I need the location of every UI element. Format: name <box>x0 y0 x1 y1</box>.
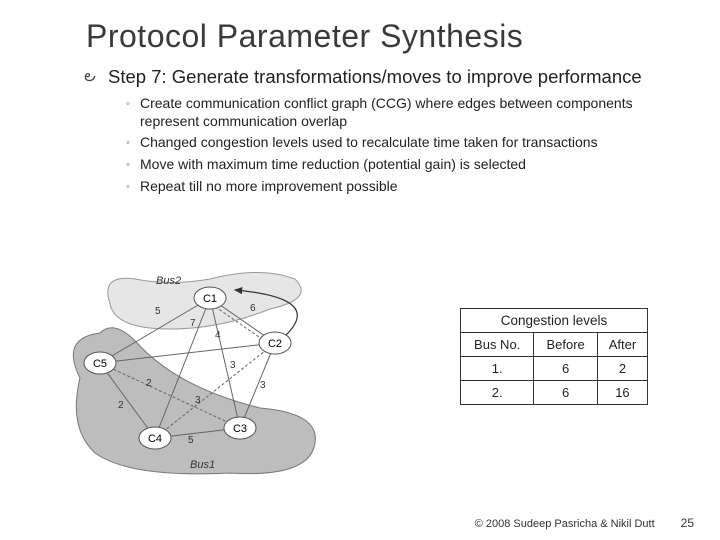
congestion-table: Congestion levels Bus No. Before After 1… <box>460 308 648 405</box>
sub-text: Create communication conflict graph (CCG… <box>140 95 690 130</box>
node-c4: C4 <box>148 433 162 445</box>
table-row: 1. 6 2 <box>461 357 648 381</box>
page-number: 25 <box>681 516 694 530</box>
svg-text:3: 3 <box>260 380 266 391</box>
table-row: 2. 6 16 <box>461 381 648 405</box>
list-item: ◦ Create communication conflict graph (C… <box>126 95 690 130</box>
footer: © 2008 Sudeep Pasricha & Nikil Dutt 25 <box>475 516 694 530</box>
mask <box>90 233 260 273</box>
bus1-label: Bus1 <box>190 459 215 471</box>
step-text: Step 7: Generate transformations/moves t… <box>108 65 642 88</box>
sub-text: Repeat till no more improvement possible <box>140 178 398 196</box>
list-item: ◦ Changed congestion levels used to reca… <box>126 134 690 152</box>
ring-icon: ◦ <box>126 178 140 196</box>
svg-text:2: 2 <box>118 400 124 411</box>
slide: Protocol Parameter Synthesis ౿ Step 7: G… <box>0 0 720 540</box>
bus2-label: Bus2 <box>156 275 181 287</box>
th-after: After <box>597 333 647 357</box>
svg-text:7: 7 <box>190 318 196 329</box>
ring-icon: ◦ <box>126 95 140 113</box>
svg-text:6: 6 <box>250 303 256 314</box>
sub-list: ◦ Create communication conflict graph (C… <box>126 95 690 196</box>
svg-text:5: 5 <box>188 435 194 446</box>
svg-text:5: 5 <box>155 306 161 317</box>
copyright: © 2008 Sudeep Pasricha & Nikil Dutt <box>475 518 655 530</box>
sub-text: Changed congestion levels used to recalc… <box>140 134 598 152</box>
node-c1: C1 <box>203 293 217 305</box>
step-row: ౿ Step 7: Generate transformations/moves… <box>84 65 690 89</box>
list-item: ◦ Move with maximum time reduction (pote… <box>126 156 690 174</box>
page-title: Protocol Parameter Synthesis <box>86 18 690 55</box>
svg-text:4: 4 <box>215 330 221 341</box>
ccg-diagram: C1 C2 C3 C4 C5 5 6 7 4 3 3 3 2 2 <box>60 268 360 480</box>
svg-text:3: 3 <box>230 360 236 371</box>
node-c5: C5 <box>93 358 107 370</box>
table-title: Congestion levels <box>461 309 648 333</box>
node-c3: C3 <box>233 423 247 435</box>
table-header-row: Bus No. Before After <box>461 333 648 357</box>
svg-text:3: 3 <box>195 395 201 406</box>
th-bus: Bus No. <box>461 333 534 357</box>
ring-icon: ◦ <box>126 134 140 152</box>
node-c2: C2 <box>268 338 282 350</box>
sub-text: Move with maximum time reduction (potent… <box>140 156 526 174</box>
swirl-icon: ౿ <box>84 65 108 89</box>
ring-icon: ◦ <box>126 156 140 174</box>
th-before: Before <box>534 333 598 357</box>
svg-text:2: 2 <box>146 378 152 389</box>
list-item: ◦ Repeat till no more improvement possib… <box>126 178 690 196</box>
